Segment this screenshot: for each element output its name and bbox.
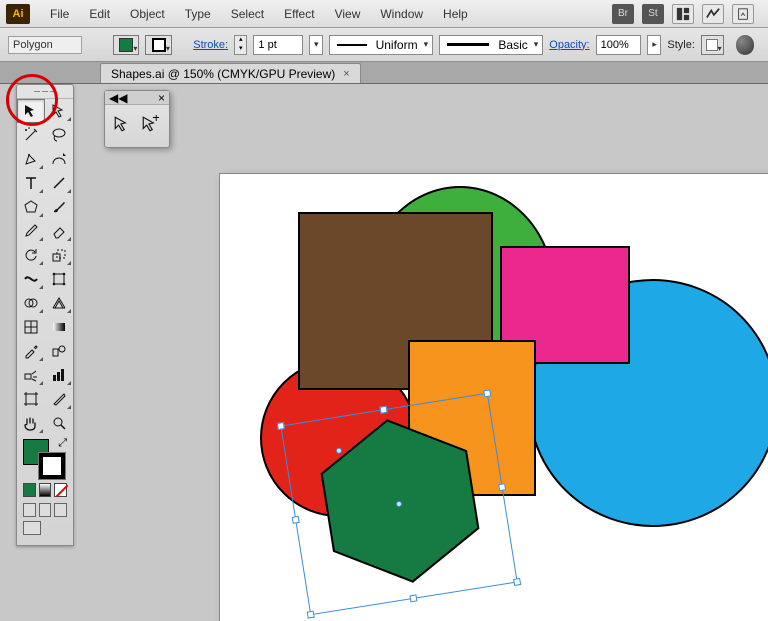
menu-object[interactable]: Object: [120, 3, 175, 25]
lasso-tool-icon[interactable]: [45, 123, 73, 147]
stroke-weight-field[interactable]: 1 pt: [253, 35, 303, 55]
stroke-weight-stepper[interactable]: ▴▾: [234, 35, 247, 55]
graphic-style-label: Style:: [667, 39, 695, 51]
gpu-performance-icon[interactable]: [702, 4, 724, 24]
color-mode-color-icon[interactable]: [23, 483, 36, 497]
detached-selection-tool-panel[interactable]: ◀◀ × +: [104, 90, 170, 148]
screen-mode-icon[interactable]: [23, 521, 41, 535]
arrange-documents-icon[interactable]: [672, 4, 694, 24]
column-graph-tool-icon[interactable]: [45, 363, 73, 387]
draw-normal-icon[interactable]: [23, 503, 36, 517]
type-tool-icon[interactable]: [17, 171, 45, 195]
variable-width-profile-dropdown[interactable]: Basic▾: [439, 35, 543, 55]
resize-handle-icon[interactable]: [307, 611, 315, 619]
resize-handle-icon[interactable]: [513, 578, 521, 586]
direct-selection-tool-icon[interactable]: [113, 115, 131, 136]
panel-close-icon[interactable]: ×: [158, 91, 165, 105]
bridge-icon[interactable]: Br: [612, 4, 634, 24]
paintbrush-tool-icon[interactable]: [45, 195, 73, 219]
stock-icon[interactable]: St: [642, 4, 664, 24]
graphic-style-button[interactable]: ▾: [701, 35, 724, 55]
swap-fill-stroke-icon[interactable]: ⤢: [58, 437, 67, 450]
menu-window[interactable]: Window: [370, 3, 433, 25]
stroke-swatch-icon[interactable]: [39, 453, 65, 479]
menu-effect[interactable]: Effect: [274, 3, 324, 25]
opacity-field[interactable]: 100%: [596, 35, 642, 55]
group-selection-tool-icon[interactable]: +: [141, 115, 159, 136]
symbol-sprayer-tool-icon[interactable]: [17, 363, 45, 387]
document-tab-title: Shapes.ai @ 150% (CMYK/GPU Preview): [111, 67, 335, 81]
eraser-tool-icon[interactable]: [45, 219, 73, 243]
artboard-tool-icon[interactable]: [17, 387, 45, 411]
menu-select[interactable]: Select: [221, 3, 274, 25]
color-mode-row: [17, 479, 73, 501]
zoom-tool-icon[interactable]: [45, 411, 73, 435]
direct-selection-tool-icon[interactable]: [45, 99, 73, 123]
scale-tool-icon[interactable]: [45, 243, 73, 267]
drawing-mode-row: [17, 501, 73, 519]
artboard[interactable]: [220, 174, 768, 621]
curvature-tool-icon[interactable]: [45, 147, 73, 171]
touch-layout-icon[interactable]: [732, 4, 754, 24]
pen-tool-icon[interactable]: [17, 147, 45, 171]
slice-tool-icon[interactable]: [45, 387, 73, 411]
width-tool-icon[interactable]: [17, 267, 45, 291]
tools-panel: ⤢: [16, 84, 74, 546]
blend-tool-icon[interactable]: [45, 339, 73, 363]
shape-selected-hexagon[interactable]: [310, 416, 490, 586]
app-logo-icon: Ai: [6, 4, 30, 24]
document-tab-strip: Shapes.ai @ 150% (CMYK/GPU Preview) ×: [0, 62, 768, 84]
stroke-weight-dropdown[interactable]: ▾: [309, 35, 323, 55]
document-tab[interactable]: Shapes.ai @ 150% (CMYK/GPU Preview) ×: [100, 63, 361, 83]
eyedropper-tool-icon[interactable]: [17, 339, 45, 363]
rotate-tool-icon[interactable]: [17, 243, 45, 267]
shape-tool-icon[interactable]: [17, 195, 45, 219]
menu-view[interactable]: View: [325, 3, 371, 25]
line-segment-tool-icon[interactable]: [45, 171, 73, 195]
shape-builder-tool-icon[interactable]: [17, 291, 45, 315]
menu-help[interactable]: Help: [433, 3, 478, 25]
pencil-tool-icon[interactable]: [17, 219, 45, 243]
selected-shape-name[interactable]: Polygon: [8, 36, 82, 54]
sync-settings-icon[interactable]: [736, 35, 755, 55]
workspace-area: [92, 84, 768, 621]
menu-type[interactable]: Type: [175, 3, 221, 25]
draw-inside-icon[interactable]: [54, 503, 67, 517]
resize-handle-icon[interactable]: [409, 594, 417, 602]
menu-edit[interactable]: Edit: [79, 3, 120, 25]
fill-stroke-control[interactable]: ⤢: [17, 435, 73, 479]
draw-behind-icon[interactable]: [39, 503, 52, 517]
options-bar: Polygon ▾ ▾ Stroke: ▴▾ 1 pt ▾ Uniform▾ B…: [0, 28, 768, 62]
tools-panel-grip-icon[interactable]: [17, 85, 73, 99]
brush-definition-dropdown[interactable]: Uniform▾: [329, 35, 433, 55]
fill-color-button[interactable]: ▾: [113, 35, 139, 55]
free-transform-tool-icon[interactable]: [45, 267, 73, 291]
color-mode-gradient-icon[interactable]: [39, 483, 52, 497]
resize-handle-icon[interactable]: [292, 516, 300, 524]
stroke-panel-link[interactable]: Stroke:: [193, 39, 228, 51]
magic-wand-tool-icon[interactable]: [17, 123, 45, 147]
opacity-panel-link[interactable]: Opacity:: [549, 39, 589, 51]
svg-text:+: +: [152, 115, 159, 125]
stroke-color-button[interactable]: ▾: [145, 35, 171, 55]
panel-collapse-icon[interactable]: ◀◀: [109, 91, 127, 105]
opacity-dropdown[interactable]: ▸: [647, 35, 661, 55]
main-menubar: Ai File Edit Object Type Select Effect V…: [0, 0, 768, 28]
gradient-tool-icon[interactable]: [45, 315, 73, 339]
menu-file[interactable]: File: [40, 3, 79, 25]
perspective-grid-tool-icon[interactable]: [45, 291, 73, 315]
color-mode-none-icon[interactable]: [54, 483, 67, 497]
selection-tool-icon[interactable]: [17, 99, 45, 123]
close-tab-icon[interactable]: ×: [343, 68, 349, 80]
hand-tool-icon[interactable]: [17, 411, 45, 435]
mesh-tool-icon[interactable]: [17, 315, 45, 339]
